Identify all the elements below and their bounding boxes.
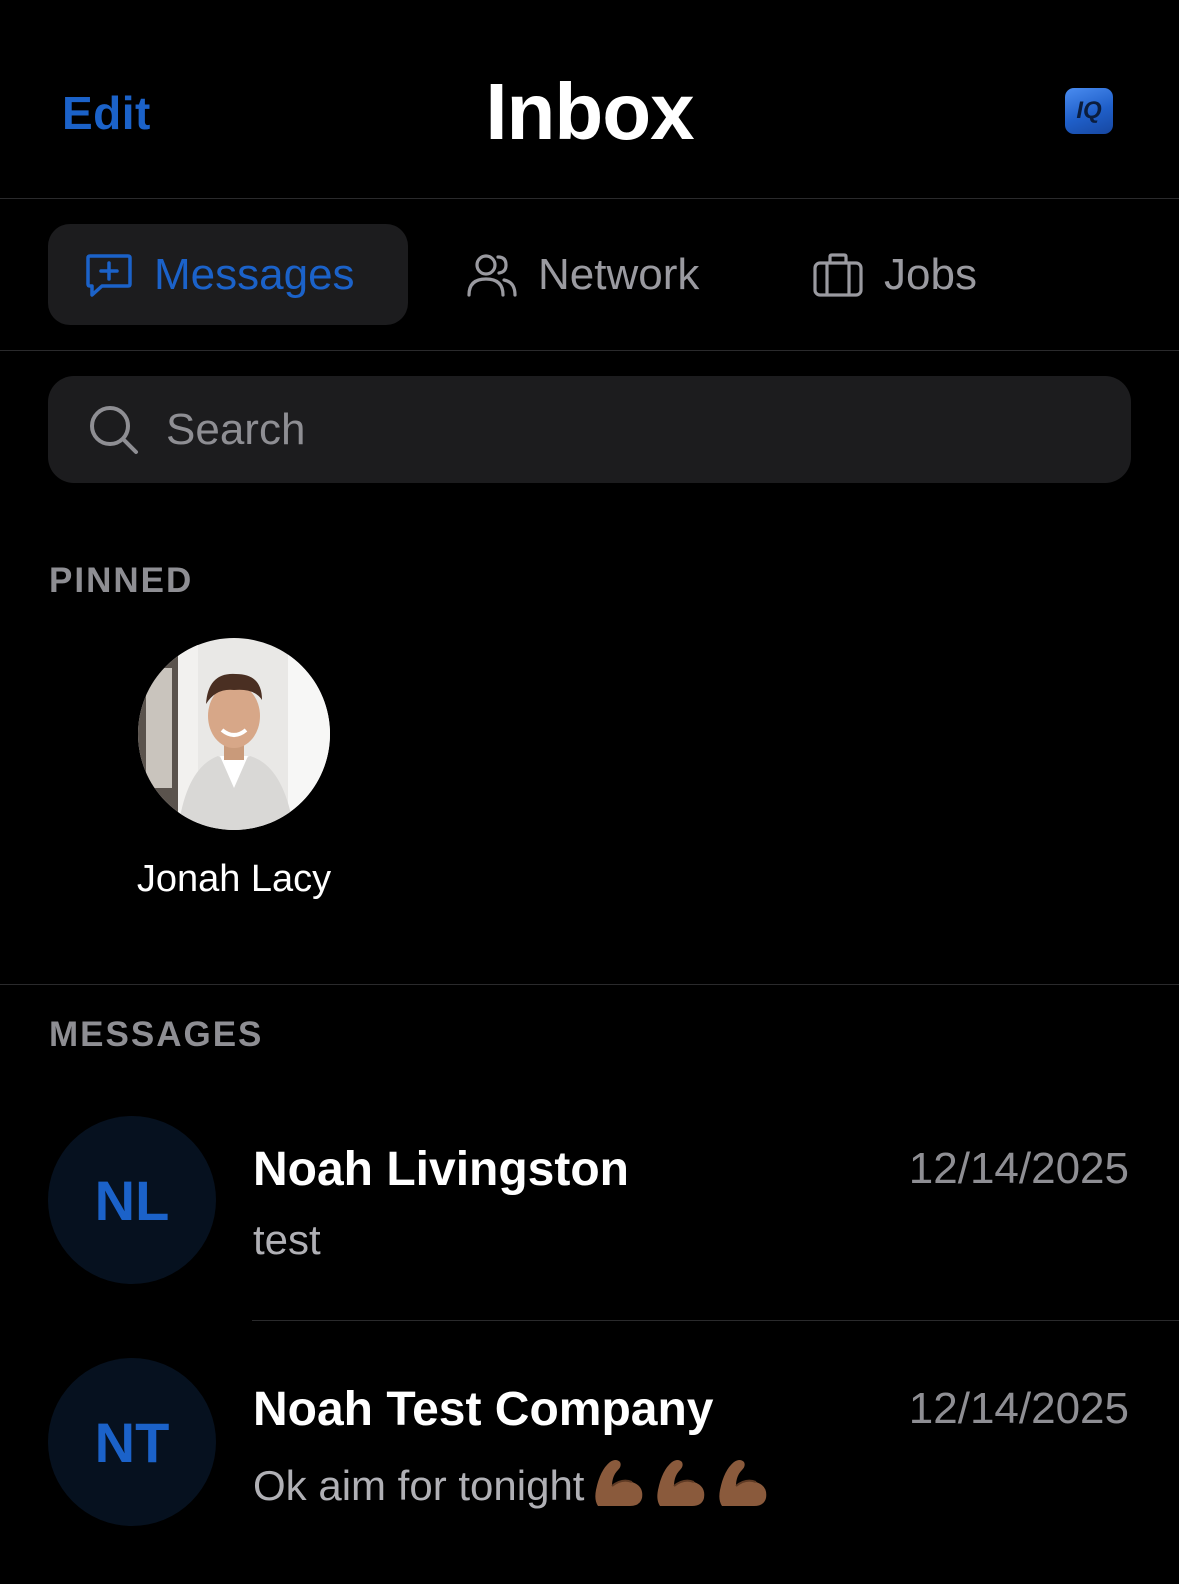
conversation-row[interactable]: NT Noah Test Company 12/14/2025 Ok aim f… [0,1320,1179,1560]
tab-bar: Messages Network Jobs [0,199,1179,351]
flexed-biceps-icon [654,1456,708,1518]
briefcase-icon [812,251,864,299]
iq-logo-icon[interactable]: IQ [1065,88,1113,134]
conversation-row[interactable]: NL Noah Livingston 12/14/2025 test [0,1080,1179,1320]
flexed-biceps-icon [592,1456,646,1518]
page-title: Inbox [485,67,694,156]
conversation-date: 12/14/2025 [908,1384,1129,1433]
section-divider [0,984,1179,985]
tab-network-label: Network [538,249,700,299]
conversation-preview-text: Ok aim for tonight [253,1462,585,1509]
tab-jobs-label: Jobs [884,249,977,299]
message-plus-icon [84,251,134,299]
tab-jobs[interactable]: Jobs [812,224,1012,325]
header: Edit Inbox IQ [0,0,1179,199]
pinned-contact[interactable]: Jonah Lacy [126,638,342,901]
flexed-biceps-icon [716,1456,770,1518]
tab-messages[interactable]: Messages [48,224,408,325]
avatar: NL [48,1116,216,1284]
search-field[interactable]: Search [48,376,1131,483]
tab-network[interactable]: Network [466,224,736,325]
pinned-contact-name: Jonah Lacy [136,858,332,900]
conversation-preview: Ok aim for tonight [253,1456,770,1518]
conversation-date: 12/14/2025 [908,1144,1129,1193]
conversation-name: Noah Livingston [253,1143,629,1196]
pinned-section-label: PINNED [49,561,194,600]
conversation-name: Noah Test Company [253,1383,714,1436]
search-placeholder: Search [166,404,306,454]
avatar [138,638,330,830]
search-icon [88,404,140,456]
messages-section-label: MESSAGES [49,1015,264,1054]
conversation-preview: test [253,1216,321,1263]
avatar: NT [48,1358,216,1526]
people-icon [466,251,518,299]
inbox-screen: Edit Inbox IQ Messages Network Jobs Sear… [0,0,1179,1584]
tab-messages-label: Messages [154,249,355,299]
